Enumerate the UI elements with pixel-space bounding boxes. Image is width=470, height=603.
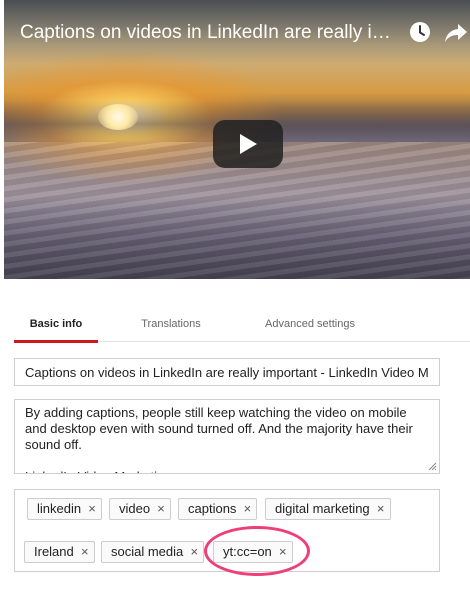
tag-remove-icon[interactable]: × [185,542,203,562]
tag-remove-icon[interactable]: × [76,542,94,562]
tag-remove-icon[interactable]: × [274,542,292,562]
tab-label: Advanced settings [265,318,355,330]
tab-label: Translations [141,318,201,330]
play-button[interactable] [213,120,283,168]
tag-label: digital marketing [275,501,370,516]
description-textarea[interactable]: By adding captions, people still keep wa… [14,399,440,474]
tab-label: Basic info [29,318,83,330]
share-icon[interactable] [444,22,468,44]
tag-remove-icon[interactable]: × [372,499,390,519]
tag-chip: social media × [101,541,205,563]
description-text[interactable]: By adding captions, people still keep wa… [15,400,439,473]
play-icon [240,134,257,154]
video-title[interactable]: Captions on videos in LinkedIn are reall… [20,20,405,46]
tag-label: captions [188,501,237,516]
tag-label: video [119,501,151,516]
title-input[interactable] [14,358,440,386]
tag-chip: digital marketing × [265,498,391,520]
tag-chip: captions × [178,498,258,520]
active-tab-indicator [14,340,98,343]
tag-remove-icon[interactable]: × [238,499,256,519]
tag-chip: Ireland × [24,541,95,563]
tag-chip: linkedin × [27,498,103,520]
tag-chip: yt:cc=on × [213,541,293,563]
tag-label: Ireland [34,544,74,559]
tab-translations[interactable]: Translations [121,308,221,342]
tags-input[interactable]: linkedin × video × captions × digital marke… [14,489,440,572]
tag-label: linkedin [37,501,82,516]
tab-basic-info[interactable]: Basic info [14,308,98,343]
settings-tabs: Basic info Translations Advanced setting… [14,308,470,343]
tag-remove-icon[interactable]: × [83,499,101,519]
tag-remove-icon[interactable]: × [152,499,170,519]
resize-handle-icon[interactable] [428,462,437,471]
video-thumbnail-sun [98,104,138,130]
clock-icon[interactable] [408,20,432,44]
tag-label: yt:cc=on [223,544,272,559]
tab-advanced-settings[interactable]: Advanced settings [240,308,380,342]
tag-chip: video × [109,498,172,520]
tag-label: social media [111,544,184,559]
video-player[interactable]: Captions on videos in LinkedIn are reall… [4,0,470,279]
